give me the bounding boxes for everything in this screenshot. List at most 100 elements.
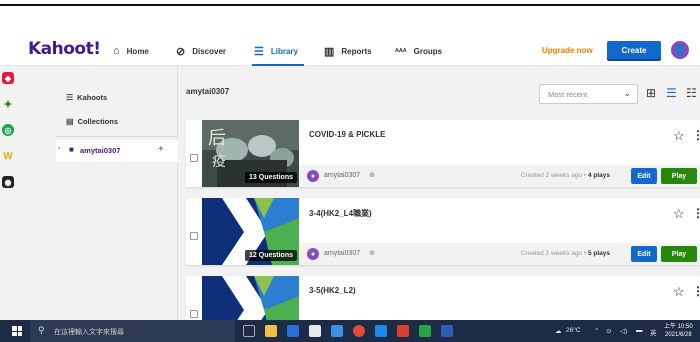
select-checkbox[interactable] xyxy=(190,310,198,318)
screen: Kahoot! ⌂ Home ⊘ Discover ☰ Library ▥ Re… xyxy=(0,0,700,342)
star-icon[interactable]: ☆ xyxy=(673,128,685,144)
taskbar-app-icon-2[interactable] xyxy=(287,325,299,337)
taskbar-app-edge-icon[interactable] xyxy=(331,325,343,337)
groups-icon: ᴬᴬᴬ xyxy=(395,46,407,56)
tray-chevron-up-icon[interactable]: ⌃ xyxy=(594,327,599,335)
app-strip-icon-3[interactable]: ◎ xyxy=(2,124,14,136)
app-strip-icon-2[interactable]: ✦ xyxy=(2,98,14,111)
library-main: amytai0307 Most recent ⌄ ⊞ ☰ ☷ 后 疫 13 Qu… xyxy=(178,66,700,320)
sidebar-item-collections[interactable]: ▤ Collections xyxy=(66,117,118,126)
more-options-icon[interactable]: ⋮ xyxy=(692,128,700,142)
task-view-icon[interactable] xyxy=(243,325,255,337)
nav-reports-label: Reports xyxy=(341,46,372,56)
taskbar-app-powerpoint-icon[interactable] xyxy=(397,325,409,337)
compass-icon: ⊘ xyxy=(176,45,186,58)
folder-title: amytai0307 xyxy=(186,87,230,96)
upgrade-now-link[interactable]: Upgrade now xyxy=(542,46,593,55)
owner-avatar-icon: ● xyxy=(307,170,319,182)
windows-start-icon[interactable] xyxy=(12,326,22,336)
library-sidebar: ☰ Kahoots ▤ Collections › ■ amytai0307 + xyxy=(16,66,178,320)
taskbar-app-word-icon[interactable] xyxy=(441,325,453,337)
taskbar-clock[interactable]: 上午 10:50 2021/6/28 xyxy=(664,323,693,339)
ime-indicator[interactable]: 英 xyxy=(650,327,657,337)
kahoot-title[interactable]: 3-5(HK2_L2) xyxy=(309,286,356,295)
edit-button[interactable]: Edit xyxy=(631,168,657,184)
kahoot-title[interactable]: 3-4(HK2_L4職業) xyxy=(309,208,372,219)
kahoot-thumbnail[interactable]: 12 Questions xyxy=(202,198,299,265)
user-avatar-icon[interactable]: 👤 xyxy=(671,41,689,59)
created-text: Created 2 weeks ago xyxy=(520,172,583,179)
nav-library[interactable]: ☰ Library xyxy=(254,36,298,66)
question-count-badge: 12 Questions xyxy=(245,250,297,261)
clock-date: 2021/6/28 xyxy=(664,332,692,338)
taskbar-app-chrome-icon[interactable] xyxy=(353,325,365,337)
weather-icon[interactable]: ☁ xyxy=(555,327,562,335)
play-button[interactable]: Play xyxy=(661,246,697,262)
star-icon[interactable]: ☆ xyxy=(673,284,685,300)
windows-taskbar: ⚲ 在這裡輸入文字來搜尋 ☁ 26°C ⌃ ⊙ ◁) ▬ 英 上午 10:50 … xyxy=(0,320,700,342)
plays-count: 4 plays xyxy=(587,172,610,179)
list-icon: ☰ xyxy=(254,45,264,58)
collections-icon: ▤ xyxy=(66,117,74,126)
question-count-badge: 13 Questions xyxy=(245,172,297,183)
taskbar-search-placeholder: 在這裡輸入文字來搜尋 xyxy=(54,329,124,336)
list-view-icon[interactable]: ☰ xyxy=(666,86,677,100)
network-icon[interactable]: ⊙ xyxy=(606,327,611,335)
bar-chart-icon: ▥ xyxy=(324,45,335,58)
edit-button[interactable]: Edit xyxy=(631,246,657,262)
kahoot-title[interactable]: COVID-19 & PICKLE xyxy=(309,130,385,139)
sidebar-folder-amytai0307[interactable]: › ■ amytai0307 + xyxy=(56,140,178,162)
visibility-icon: ⊕ xyxy=(369,172,375,179)
compact-view-icon[interactable]: ☷ xyxy=(686,86,697,100)
taskbar-app-mail-icon[interactable] xyxy=(375,325,387,337)
nav-discover-label: Discover xyxy=(192,46,227,56)
app-strip-icon-4[interactable]: W xyxy=(2,150,14,162)
more-options-icon[interactable]: ⋮ xyxy=(692,284,700,298)
sidebar-item-kahoots[interactable]: ☰ Kahoots xyxy=(66,93,107,102)
card-footer: ● amytai0307 ⊕ Created 2 weeks ago • 5 p… xyxy=(299,243,700,265)
volume-icon[interactable]: ◁) xyxy=(620,327,627,335)
sort-select-value: Most recent xyxy=(548,89,588,99)
more-options-icon[interactable]: ⋮ xyxy=(692,206,700,220)
owner-name[interactable]: amytai0307 xyxy=(324,250,360,257)
new-folder-icon[interactable]: ⊞ xyxy=(646,86,656,100)
taskbar-app-line-icon[interactable] xyxy=(419,325,431,337)
card-footer: ● amytai0307 ⊕ Created 2 weeks ago • 4 p… xyxy=(299,165,700,187)
nav-home[interactable]: ⌂ Home xyxy=(113,36,149,66)
app-strip-icon-5[interactable]: ◉ xyxy=(2,176,14,188)
chevron-down-icon: ⌄ xyxy=(623,88,631,98)
nav-discover[interactable]: ⊘ Discover xyxy=(176,36,226,66)
nav-reports[interactable]: ▥ Reports xyxy=(324,36,372,66)
taskbar-app-file-explorer-icon[interactable] xyxy=(265,325,277,337)
sort-select[interactable]: Most recent ⌄ xyxy=(539,84,638,104)
select-checkbox[interactable] xyxy=(190,232,198,240)
battery-icon[interactable]: ▬ xyxy=(636,327,643,334)
nav-home-label: Home xyxy=(126,46,149,56)
plays-count: 5 plays xyxy=(587,250,610,257)
taskbar-search-box[interactable]: ⚲ 在這裡輸入文字來搜尋 xyxy=(30,320,235,342)
nav-groups[interactable]: ᴬᴬᴬ Groups xyxy=(395,36,442,66)
clock-time: 上午 10:50 xyxy=(664,324,693,330)
owner-name[interactable]: amytai0307 xyxy=(324,172,360,179)
chevron-right-icon[interactable]: › xyxy=(58,145,60,152)
nav-library-label: Library xyxy=(270,46,298,56)
list-icon: ☰ xyxy=(66,93,74,102)
star-icon[interactable]: ☆ xyxy=(673,206,685,222)
kahoot-thumbnail[interactable]: 后 疫 13 Questions xyxy=(202,120,299,187)
kahoot-card[interactable]: 12 Questions 3-4(HK2_L4職業) ☆ ⋮ ● amytai0… xyxy=(186,198,700,265)
kahoot-card[interactable]: 后 疫 13 Questions COVID-19 & PICKLE ☆ ⋮ ●… xyxy=(186,120,700,187)
svg-text:疫: 疫 xyxy=(212,154,226,170)
visibility-icon: ⊕ xyxy=(369,250,375,257)
weather-temp[interactable]: 26°C xyxy=(566,327,581,334)
app-strip-icon-1[interactable]: ◆ xyxy=(2,72,14,84)
kahoot-logo[interactable]: Kahoot! xyxy=(28,39,101,59)
kahoot-thumbnail[interactable] xyxy=(202,276,299,320)
create-button[interactable]: Create xyxy=(607,41,661,59)
play-button[interactable]: Play xyxy=(661,168,697,184)
top-navbar: Kahoot! ⌂ Home ⊘ Discover ☰ Library ▥ Re… xyxy=(0,36,700,66)
taskbar-app-store-icon[interactable] xyxy=(309,325,321,337)
nav-groups-label: Groups xyxy=(413,46,443,56)
add-subfolder-button[interactable]: + xyxy=(158,144,164,155)
kahoot-card[interactable]: 3-5(HK2_L2) ☆ ⋮ xyxy=(186,276,700,320)
select-checkbox[interactable] xyxy=(190,154,198,162)
